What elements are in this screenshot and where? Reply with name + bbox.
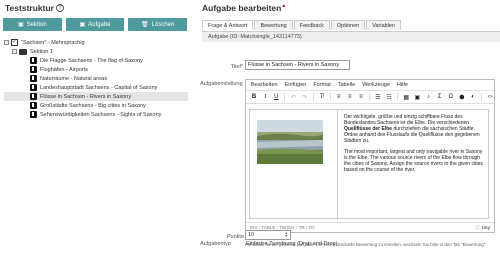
- special-char-icon[interactable]: Ω: [447, 93, 455, 102]
- tab-question-answer[interactable]: Frage & Antwort: [202, 20, 254, 30]
- task-icon: [30, 57, 37, 64]
- image-icon[interactable]: ▣: [413, 93, 421, 102]
- tree-item[interactable]: Die Flagge Sachsens - The flag of Saxony: [4, 56, 188, 65]
- editor-content[interactable]: Der wichtigste, größte und einzig schiff…: [246, 105, 494, 223]
- spinner-icon[interactable]: ▲ ▼: [285, 231, 288, 238]
- bold-icon[interactable]: B: [250, 93, 258, 102]
- points-label: Punkte: [226, 234, 244, 240]
- editor-menubar: Bearbeiten Einfügen Format Tabelle Werkz…: [246, 80, 494, 91]
- title-label: Titel*: [230, 64, 243, 70]
- toolbar-divider: [397, 93, 399, 101]
- add-section-button[interactable]: ▣ Sektion: [3, 18, 62, 31]
- task-icon: [30, 111, 37, 118]
- points-help-text: Punktzahl für die gesamte Aufgabe. Um ei…: [245, 242, 487, 247]
- task-text: Der wichtigste, größte und einzig schiff…: [344, 114, 484, 178]
- status-right: ⓘ tiny: [475, 225, 490, 231]
- undo-icon[interactable]: ↶: [289, 93, 297, 102]
- required-icon: ▲: [281, 3, 287, 10]
- align-left-icon[interactable]: ≡: [335, 93, 343, 102]
- source-code-icon[interactable]: ‹›: [486, 93, 494, 102]
- description-label: Aufgabenstellung: [200, 81, 243, 87]
- plus-icon: ▣: [79, 22, 86, 28]
- clear-format-icon[interactable]: T̸: [318, 93, 326, 102]
- bullet-list-icon[interactable]: ☰: [374, 93, 382, 102]
- menu-table[interactable]: Tabelle: [338, 82, 355, 88]
- toolbar-divider: [368, 93, 370, 101]
- tree-item[interactable]: Großstädte Sachsens - Big cities in Saxo…: [4, 101, 188, 110]
- panel-title: Teststruktur ?: [5, 3, 64, 13]
- menu-edit[interactable]: Bearbeiten: [251, 82, 278, 88]
- underline-icon[interactable]: U: [272, 93, 280, 102]
- cube-icon[interactable]: ⬢: [458, 93, 466, 102]
- table-icon[interactable]: ▦: [402, 93, 410, 102]
- toolbar-divider: [284, 93, 286, 101]
- content-table: Der wichtigste, größte und einzig schiff…: [249, 109, 489, 220]
- tree-item[interactable]: Landeshauptstadt Sachsens - Capital of S…: [4, 83, 188, 92]
- table-divider: [337, 110, 338, 220]
- toolbar-divider: [329, 93, 331, 101]
- trash-icon: 🗑: [141, 22, 149, 28]
- tab-variables[interactable]: Variablen: [366, 20, 402, 30]
- text-english: The most important, largest and only nav…: [344, 149, 483, 173]
- add-task-button[interactable]: ▣ Aufgabe: [65, 18, 125, 31]
- tree-item[interactable]: Flughäfen - Airports: [4, 65, 188, 74]
- menu-format[interactable]: Format: [313, 82, 330, 88]
- toolbar-divider: [481, 93, 482, 101]
- plus-icon: ▣: [17, 22, 24, 28]
- task-icon: [30, 66, 37, 73]
- tree-section[interactable]: − Sektion 1: [4, 47, 188, 56]
- task-type-label: Aufgabentyp: [200, 241, 231, 247]
- points-input[interactable]: 10 ▲ ▼: [245, 230, 291, 240]
- tab-options[interactable]: Optionen: [330, 20, 366, 30]
- structure-tree: − ✓ "Sachsen" - Mehrsprachig − Sektion 1…: [4, 38, 188, 119]
- checkbox-icon: ✓: [11, 39, 18, 46]
- test-structure-panel: Teststruktur ? ▣ Sektion ▣ Aufgabe 🗑 Lös…: [0, 0, 190, 257]
- tree-item[interactable]: Sehenswürdigkeiten Sachsens - Sights of …: [4, 110, 188, 119]
- action-buttons: ▣ Sektion ▣ Aufgabe 🗑 Löschen: [3, 18, 188, 31]
- tab-bar: Frage & Antwort Bewertung Feedback Optio…: [202, 20, 402, 30]
- help-icon[interactable]: ?: [55, 4, 64, 12]
- redo-icon[interactable]: ↷: [300, 93, 308, 102]
- task-icon: [30, 93, 37, 100]
- edit-task-panel: Aufgabe bearbeiten▲ Frage & Antwort Bewe…: [200, 0, 500, 257]
- folder-icon: [19, 48, 27, 55]
- media-icon[interactable]: ◐: [469, 93, 477, 102]
- task-id-bar: Aufgabe (ID: Matchsingle_143114773): [202, 31, 500, 42]
- text-german: Der wichtigste, größte und einzig schiff…: [344, 114, 480, 144]
- delete-button[interactable]: 🗑 Löschen: [128, 18, 188, 31]
- toolbar-divider: [312, 93, 314, 101]
- tree-item-selected[interactable]: Flüsse in Sachsen - Rivers in Saxony: [4, 92, 188, 101]
- tree-root[interactable]: − ✓ "Sachsen" - Mehrsprachig: [4, 38, 188, 47]
- audio-icon[interactable]: ♪: [424, 93, 432, 102]
- info-icon[interactable]: ⓘ: [475, 225, 480, 231]
- task-icon: [30, 84, 37, 91]
- menu-help[interactable]: Hilfe: [397, 82, 408, 88]
- task-icon: [30, 75, 37, 82]
- italic-icon[interactable]: I: [261, 93, 269, 102]
- task-icon: [30, 102, 37, 109]
- tab-feedback[interactable]: Feedback: [293, 20, 330, 30]
- tab-scoring[interactable]: Bewertung: [254, 20, 293, 30]
- formula-icon[interactable]: Σ: [436, 93, 444, 102]
- river-elbe-photo: [257, 120, 323, 164]
- rich-text-editor[interactable]: Bearbeiten Einfügen Format Tabelle Werkz…: [245, 79, 495, 233]
- numbered-list-icon[interactable]: ☷: [385, 93, 393, 102]
- menu-insert[interactable]: Einfügen: [285, 82, 307, 88]
- title-input[interactable]: [245, 60, 350, 70]
- editor-toolbar: B I U ↶ ↷ T̸ ≡ ≡ ≡ ☰ ☷ ▦ ▣ ♪ Σ Ω ⬢ ◐ ‹›: [246, 91, 494, 104]
- menu-tools[interactable]: Werkzeuge: [362, 82, 390, 88]
- collapse-toggle-icon[interactable]: −: [12, 49, 17, 54]
- page-title: Aufgabe bearbeiten▲: [202, 3, 287, 13]
- align-center-icon[interactable]: ≡: [346, 93, 354, 102]
- collapse-toggle-icon[interactable]: −: [4, 40, 9, 45]
- align-right-icon[interactable]: ≡: [357, 93, 365, 102]
- tiny-logo: tiny: [481, 225, 490, 230]
- tree-item[interactable]: Naturräume - Natural areas: [4, 74, 188, 83]
